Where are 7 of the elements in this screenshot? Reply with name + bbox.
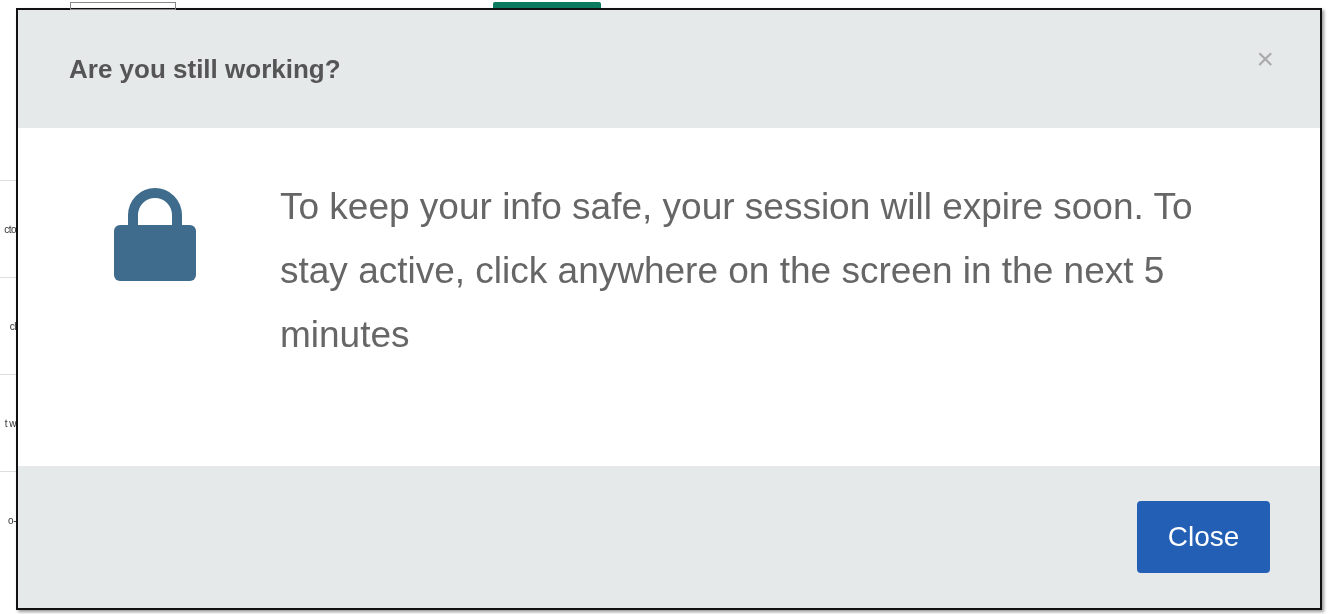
table-cell-text: cl <box>9 320 16 332</box>
table-cell-text: t w <box>4 417 16 429</box>
table-cell-text: o- <box>8 514 16 526</box>
table-cell-text: cto <box>4 223 16 235</box>
close-button[interactable]: Close <box>1137 501 1270 573</box>
dialog-title: Are you still working? <box>69 53 341 85</box>
session-message: To keep your info safe, your session will expire soon. To stay active, click anywhere on the screen in the next 5 minutes <box>280 185 1194 357</box>
